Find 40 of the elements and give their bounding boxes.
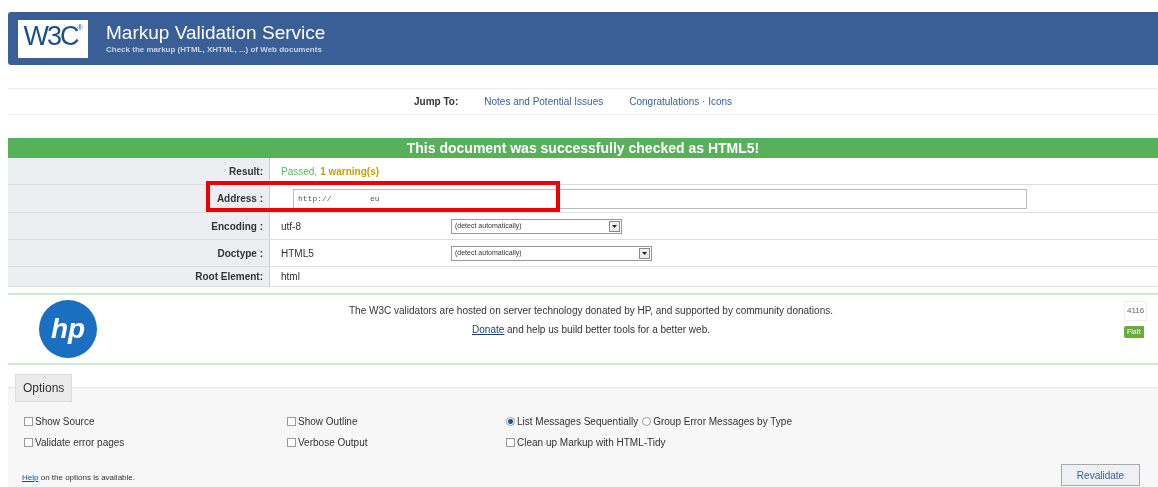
help-text: on the options is available. <box>40 473 135 482</box>
page-title: Markup Validation Service <box>106 20 326 45</box>
option-label: Group Error Messages by Type <box>653 415 792 429</box>
option-label: Show Source <box>35 415 95 429</box>
row-label: Doctype : <box>217 246 263 261</box>
flattr-count: 4116 <box>1124 301 1148 321</box>
jump-label: Jump To: <box>414 95 459 109</box>
warning-count: 1 warning(s) <box>320 164 380 179</box>
row-label: Encoding : <box>211 219 263 234</box>
option-label: List Messages Sequentially <box>517 415 639 429</box>
page-subtitle: Check the markup (HTML, XHTML, ...) of Web documents <box>106 44 323 57</box>
address-field[interactable]: http:// eu <box>293 188 1027 209</box>
sponsor-text: and help us build better tools for a better web. <box>507 324 710 335</box>
radio-button[interactable] <box>642 417 652 426</box>
row-label: Root Element: <box>195 270 263 284</box>
jump-link[interactable]: Notes and Potential Issues <box>484 94 604 109</box>
options-tab[interactable]: Options <box>15 374 73 402</box>
option-label: Validate error pages <box>35 436 125 450</box>
row-value: utf-8 <box>281 219 302 234</box>
option-label: Verbose Output <box>298 436 368 450</box>
jump-link[interactable]: Congratulations · Icons <box>629 94 733 109</box>
checkbox[interactable] <box>24 417 33 426</box>
row-label: Result: <box>229 164 263 179</box>
donate-link[interactable]: Donate <box>472 324 505 335</box>
checkbox[interactable] <box>287 438 296 447</box>
checkbox[interactable] <box>287 417 296 426</box>
checkbox[interactable] <box>506 438 515 447</box>
row-value: HTML5 <box>281 246 315 261</box>
result-status: Passed, <box>281 164 318 179</box>
help-link[interactable]: Help <box>22 473 39 482</box>
row-value: html <box>281 270 300 284</box>
option-label: Clean up Markup with HTML-Tidy <box>517 436 666 450</box>
radio-button[interactable] <box>506 417 515 426</box>
revalidate-button[interactable]: Revalidate <box>1061 464 1140 486</box>
option-label: Show Outline <box>298 415 358 429</box>
sponsor-text: The W3C validators are hosted on server technology donated by HP, and supported by community donations. <box>349 304 833 318</box>
success-banner: This document was successfully checked as HTML5! <box>8 138 1158 158</box>
checkbox[interactable] <box>24 438 33 447</box>
hp-logo: hp <box>38 299 98 359</box>
row-label: Address : <box>216 192 263 206</box>
